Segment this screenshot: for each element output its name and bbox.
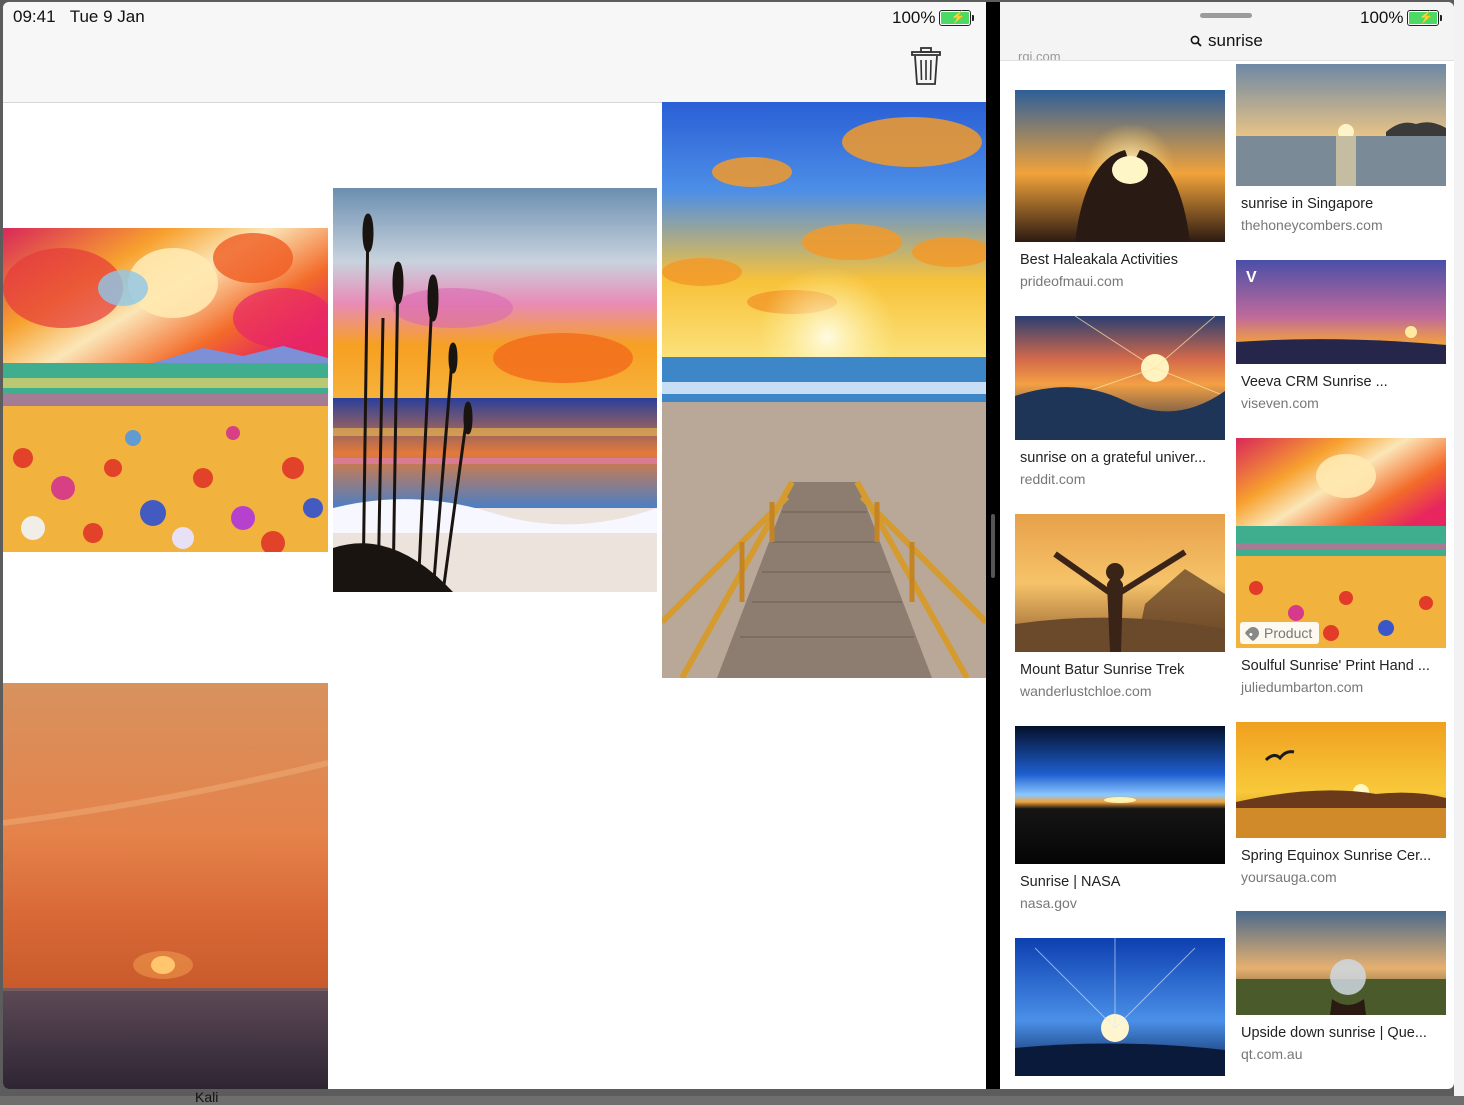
search-header: 100% ⚡ sunrise rgj.com xyxy=(1000,2,1454,61)
result-source: wanderlustchloe.com xyxy=(1020,683,1152,699)
battery-icon: ⚡ xyxy=(1407,10,1440,26)
status-bar-left: 09:41 Tue 9 Jan 100% ⚡ xyxy=(3,2,986,32)
result-thumbnail xyxy=(1015,316,1225,440)
svg-text:V: V xyxy=(1246,269,1257,286)
result-source: juliedumbarton.com xyxy=(1241,679,1364,695)
result-card[interactable]: V Veeva CRM Sunrise ... viseven.com xyxy=(1236,260,1446,411)
result-card[interactable]: Product Soulful Sunrise' Print Hand ... … xyxy=(1236,438,1446,695)
battery-percent: 100% xyxy=(1360,8,1404,27)
result-source: nasa.gov xyxy=(1020,895,1077,911)
result-thumbnail xyxy=(1015,726,1225,864)
result-thumbnail xyxy=(1236,64,1446,186)
result-title: Veeva CRM Sunrise ... xyxy=(1241,374,1388,390)
result-thumbnail xyxy=(1015,514,1225,652)
trash-icon[interactable] xyxy=(909,46,943,86)
split-view-handle[interactable] xyxy=(991,514,995,578)
slide-over-grabber[interactable] xyxy=(1200,13,1252,18)
result-title: Mount Batur Sunrise Trek xyxy=(1020,662,1185,678)
result-source: viseven.com xyxy=(1241,395,1319,411)
result-title: Best Haleakala Activities xyxy=(1020,252,1178,268)
result-card[interactable]: Best Haleakala Activities prideofmaui.co… xyxy=(1015,90,1225,289)
result-thumbnail: V xyxy=(1236,260,1446,364)
cutoff-source: rgj.com xyxy=(1018,50,1061,60)
result-card[interactable] xyxy=(1015,938,1225,1076)
dropped-image-flower-meadow[interactable] xyxy=(3,228,328,552)
search-icon xyxy=(1190,35,1202,47)
dropped-image-painted-beach[interactable] xyxy=(333,188,657,592)
result-thumbnail xyxy=(1236,722,1446,838)
status-date: Tue 9 Jan xyxy=(69,7,145,26)
product-badge: Product xyxy=(1240,622,1320,644)
result-card[interactable]: sunrise on a grateful univer... reddit.c… xyxy=(1015,316,1225,487)
background-app-text: Kali xyxy=(195,1089,219,1105)
search-query: sunrise xyxy=(1208,31,1263,50)
tag-icon xyxy=(1244,624,1262,642)
result-card[interactable]: Spring Equinox Sunrise Cer... yoursauga.… xyxy=(1236,722,1446,885)
result-thumbnail xyxy=(1015,938,1225,1076)
result-source: qt.com.au xyxy=(1241,1046,1303,1062)
result-card[interactable]: Mount Batur Sunrise Trek wanderlustchloe… xyxy=(1015,514,1225,699)
dropped-image-sea-sunset[interactable] xyxy=(3,683,328,1089)
result-title: Upside down sunrise | Que... xyxy=(1241,1025,1427,1041)
result-card[interactable]: Sunrise | NASA nasa.gov xyxy=(1015,726,1225,911)
status-time: 09:41 xyxy=(13,7,56,26)
background-app-peek xyxy=(1454,0,1464,1096)
search-field[interactable]: sunrise xyxy=(1190,31,1263,51)
result-card[interactable]: Upside down sunrise | Que... qt.com.au xyxy=(1236,911,1446,1062)
result-thumbnail xyxy=(1015,90,1225,242)
battery-percent: 100% xyxy=(892,8,936,27)
result-thumbnail xyxy=(1236,911,1446,1015)
result-title: Spring Equinox Sunrise Cer... xyxy=(1241,848,1432,864)
result-title: sunrise in Singapore xyxy=(1241,196,1374,212)
battery-indicator-left: 100% ⚡ xyxy=(892,8,975,28)
result-card[interactable]: sunrise in Singapore thehoneycombers.com xyxy=(1236,64,1446,233)
drop-board-pane: 09:41 Tue 9 Jan 100% ⚡ xyxy=(3,2,986,1089)
result-source: prideofmaui.com xyxy=(1020,273,1124,289)
battery-icon: ⚡ xyxy=(939,10,972,26)
result-title: Soulful Sunrise' Print Hand ... xyxy=(1241,658,1430,674)
ipad-screen: 09:41 Tue 9 Jan 100% ⚡ 100% ⚡ sunrise rg… xyxy=(3,2,1454,1089)
result-thumbnail: Product xyxy=(1236,438,1446,648)
dropped-image-boardwalk[interactable] xyxy=(662,102,986,678)
safari-image-search-pane: 100% ⚡ sunrise rgj.com Best Haleakala Ac… xyxy=(1000,2,1454,1089)
result-source: thehoneycombers.com xyxy=(1241,217,1383,233)
result-source: yoursauga.com xyxy=(1241,869,1337,885)
result-title: Sunrise | NASA xyxy=(1020,874,1121,890)
result-source: reddit.com xyxy=(1020,471,1086,487)
result-title: sunrise on a grateful univer... xyxy=(1020,450,1207,466)
split-view-divider[interactable] xyxy=(986,2,1000,1089)
battery-indicator-right: 100% ⚡ xyxy=(1360,8,1443,28)
